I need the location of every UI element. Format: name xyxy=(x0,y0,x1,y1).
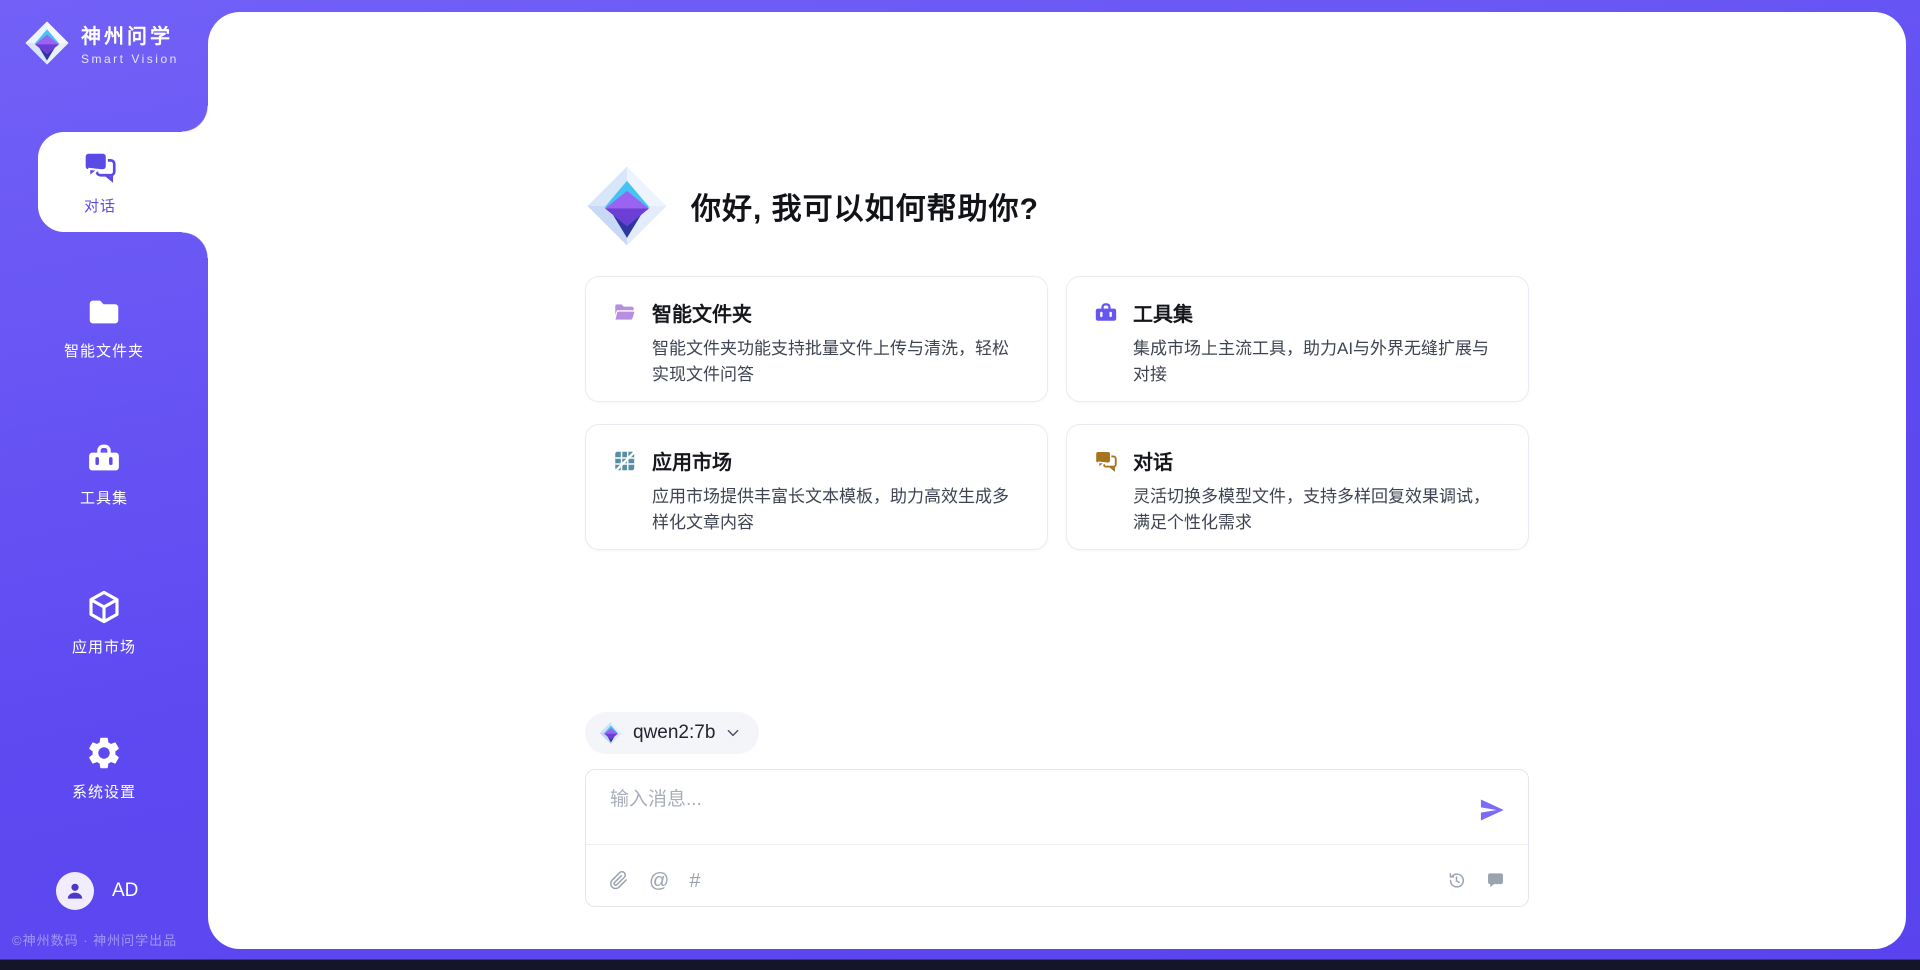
sidebar-footer: ©神州数码 · 神州问学出品 xyxy=(12,930,212,949)
greeting-title: 你好, 我可以如何帮助你? xyxy=(691,184,1039,228)
composer: qwen2:7b @ xyxy=(585,712,1529,907)
sidebar-item-label: 应用市场 xyxy=(72,636,136,657)
card-app-market[interactable]: 应用市场 应用市场提供丰富长文本模板，助力高效生成多样化文章内容 xyxy=(585,424,1048,550)
hash-icon: # xyxy=(689,871,700,891)
message-input-box: @ # xyxy=(585,769,1529,907)
chat-icon xyxy=(81,148,119,186)
bottom-bar xyxy=(0,959,1920,970)
paperclip-icon xyxy=(608,870,629,891)
send-icon xyxy=(1478,796,1506,824)
chevron-down-icon xyxy=(725,725,741,741)
folder-open-icon xyxy=(612,300,638,326)
message-input[interactable] xyxy=(610,784,1464,838)
sidebar-item-label: 智能文件夹 xyxy=(64,340,144,361)
sidebar-item-smart-folder[interactable]: 智能文件夹 xyxy=(0,293,208,361)
tab-notch-top xyxy=(182,106,208,132)
folder-icon xyxy=(85,293,123,331)
app-grid-icon xyxy=(612,448,638,474)
card-description: 智能文件夹功能支持批量文件上传与清洗，轻松实现文件问答 xyxy=(652,336,1021,389)
gear-icon xyxy=(85,734,123,772)
brand-logo-icon xyxy=(24,20,70,66)
card-description: 应用市场提供丰富长文本模板，助力高效生成多样化文章内容 xyxy=(652,484,1021,537)
avatar xyxy=(56,872,94,910)
send-button[interactable] xyxy=(1478,796,1506,824)
cube-icon xyxy=(84,587,124,627)
card-description: 灵活切换多模型文件，支持多样回复效果调试，满足个性化需求 xyxy=(1133,484,1502,537)
composer-divider xyxy=(586,844,1528,845)
tab-notch-bottom xyxy=(182,232,208,258)
chat-bubble-icon xyxy=(1485,870,1506,891)
card-smart-folder[interactable]: 智能文件夹 智能文件夹功能支持批量文件上传与清洗，轻松实现文件问答 xyxy=(585,276,1048,402)
sidebar-item-label: 系统设置 xyxy=(72,781,136,802)
attach-file-button[interactable] xyxy=(608,870,629,891)
sidebar: 神州问学 Smart Vision 对话 智能文件夹 xyxy=(0,0,208,970)
card-title: 对话 xyxy=(1133,446,1173,475)
chat-bubble-icon xyxy=(1093,448,1119,474)
user-avatar-icon xyxy=(63,879,87,903)
mention-button[interactable]: @ xyxy=(649,871,669,891)
card-chat[interactable]: 对话 灵活切换多模型文件，支持多样回复效果调试，满足个性化需求 xyxy=(1066,424,1529,550)
card-toolset[interactable]: 工具集 集成市场上主流工具，助力AI与外界无缝扩展与对接 xyxy=(1066,276,1529,402)
user-name: AD xyxy=(112,880,138,902)
toolbox-icon xyxy=(1093,300,1119,326)
sidebar-item-settings[interactable]: 系统设置 xyxy=(0,734,208,802)
at-icon: @ xyxy=(649,871,669,891)
user-account[interactable]: AD xyxy=(56,872,138,910)
sidebar-item-chat[interactable]: 对话 xyxy=(38,132,208,232)
brand-name: 神州问学 xyxy=(81,20,179,49)
card-title: 智能文件夹 xyxy=(652,298,752,327)
feature-cards: 智能文件夹 智能文件夹功能支持批量文件上传与清洗，轻松实现文件问答 工具集 集成… xyxy=(585,276,1529,550)
greeting: 你好, 我可以如何帮助你? xyxy=(585,164,1529,248)
main-panel: 你好, 我可以如何帮助你? 智能文件夹 智能文件夹功能支持批量文件上传与清洗，轻… xyxy=(208,12,1906,949)
card-description: 集成市场上主流工具，助力AI与外界无缝扩展与对接 xyxy=(1133,336,1502,389)
diamond-logo-icon xyxy=(599,721,623,745)
sidebar-item-label: 工具集 xyxy=(80,487,128,508)
card-title: 工具集 xyxy=(1133,298,1193,327)
brand-subtitle: Smart Vision xyxy=(81,52,179,66)
history-button[interactable] xyxy=(1446,870,1467,891)
new-chat-button[interactable] xyxy=(1485,870,1506,891)
card-title: 应用市场 xyxy=(652,446,732,475)
toolbox-icon xyxy=(85,440,123,478)
brand: 神州问学 Smart Vision xyxy=(24,20,179,66)
sidebar-item-toolset[interactable]: 工具集 xyxy=(0,440,208,508)
history-icon xyxy=(1446,870,1467,891)
greeting-logo-icon xyxy=(585,164,669,248)
model-name: qwen2:7b xyxy=(633,722,715,744)
model-selector[interactable]: qwen2:7b xyxy=(585,712,759,754)
sidebar-item-label: 对话 xyxy=(84,195,116,216)
hashtag-button[interactable]: # xyxy=(689,871,700,891)
sidebar-item-app-market[interactable]: 应用市场 xyxy=(0,587,208,657)
